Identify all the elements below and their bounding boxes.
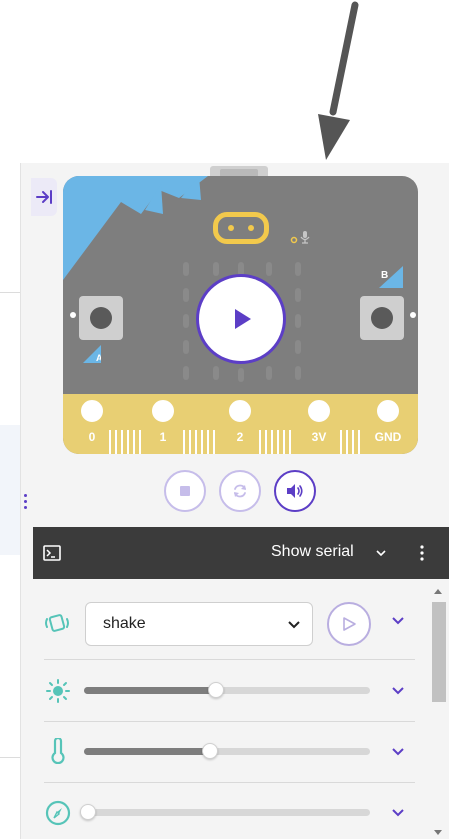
sensor-divider: [44, 721, 415, 722]
slider-thumb[interactable]: [80, 804, 96, 820]
svg-text:B: B: [381, 270, 388, 281]
button-b-pin: [410, 312, 416, 318]
serial-bar[interactable]: Show serial: [33, 527, 449, 579]
led: [183, 288, 189, 302]
stop-icon: [180, 486, 190, 496]
button-a-pin: [70, 312, 76, 318]
slider-thumb[interactable]: [207, 682, 224, 698]
more-options-icon[interactable]: [420, 545, 424, 561]
terminal-icon: [43, 545, 61, 561]
microphone-icon: [290, 231, 310, 244]
chevron-down-icon: [288, 621, 300, 629]
led: [295, 288, 301, 302]
light-level-slider[interactable]: [84, 682, 370, 698]
button-a-label: A: [83, 345, 101, 363]
expand-light-icon[interactable]: [391, 686, 405, 696]
sensor-divider: [44, 782, 415, 783]
led: [266, 262, 272, 276]
compass-slider[interactable]: [80, 804, 370, 820]
show-serial-label[interactable]: Show serial: [271, 543, 354, 561]
scroll-down-arrow[interactable]: [433, 829, 443, 837]
slider-thumb[interactable]: [201, 743, 218, 759]
led: [295, 262, 301, 276]
pin-label-2: 2: [236, 430, 244, 444]
light-level-icon: [46, 679, 70, 703]
speaker-icon: [287, 484, 303, 498]
svg-text:A: A: [96, 353, 101, 363]
editor-divider: [0, 292, 20, 293]
compass-icon: [45, 800, 71, 826]
play-icon: [235, 309, 251, 329]
thermometer-icon: [51, 738, 65, 764]
pin-2[interactable]: [226, 397, 254, 425]
send-gesture-button[interactable]: [327, 602, 371, 646]
chevron-down-icon[interactable]: [376, 549, 386, 557]
sensor-divider: [44, 659, 415, 660]
led: [266, 366, 272, 380]
editor-highlight: [0, 425, 20, 555]
button-b-label: B: [379, 266, 403, 288]
pin-0[interactable]: [78, 397, 106, 425]
led: [183, 366, 189, 380]
stop-button[interactable]: [164, 470, 206, 512]
pin-label-gnd: GND: [374, 430, 402, 444]
mute-button[interactable]: [274, 470, 316, 512]
microbit-logo[interactable]: [213, 212, 269, 244]
led: [295, 366, 301, 380]
pin-label-1: 1: [159, 430, 167, 444]
collapse-simulator-button[interactable]: [31, 178, 57, 216]
gesture-select[interactable]: shake: [85, 602, 313, 646]
led: [213, 366, 219, 380]
pin-label-0: 0: [88, 430, 96, 444]
annotation-arrow: [318, 1, 359, 160]
collapse-right-icon: [36, 190, 52, 204]
led: [213, 262, 219, 276]
scrollbar-thumb[interactable]: [432, 602, 446, 702]
led: [295, 340, 301, 354]
button-b[interactable]: [360, 296, 404, 340]
gesture-select-value: shake: [103, 615, 146, 632]
restart-icon: [234, 484, 246, 498]
pin-label-3v: 3V: [311, 430, 327, 444]
led: [238, 368, 244, 382]
pin-1[interactable]: [149, 397, 177, 425]
expand-temperature-icon[interactable]: [391, 747, 405, 757]
expand-compass-icon[interactable]: [391, 808, 405, 818]
start-simulator-button[interactable]: [196, 274, 286, 364]
gesture-icon: [45, 614, 69, 632]
slider-fill: [84, 748, 210, 755]
pin-gnd[interactable]: [374, 397, 402, 425]
pin-3v[interactable]: [305, 397, 333, 425]
expand-gesture-icon[interactable]: [391, 616, 405, 626]
resize-handle[interactable]: [21, 492, 29, 514]
temperature-slider[interactable]: [84, 743, 370, 759]
led: [183, 340, 189, 354]
led: [183, 314, 189, 328]
send-icon: [343, 617, 356, 631]
restart-button[interactable]: [219, 470, 261, 512]
button-a[interactable]: [79, 296, 123, 340]
editor-divider: [0, 757, 20, 758]
scroll-up-arrow[interactable]: [433, 587, 443, 595]
led: [295, 314, 301, 328]
led: [183, 262, 189, 276]
slider-fill: [84, 687, 216, 694]
